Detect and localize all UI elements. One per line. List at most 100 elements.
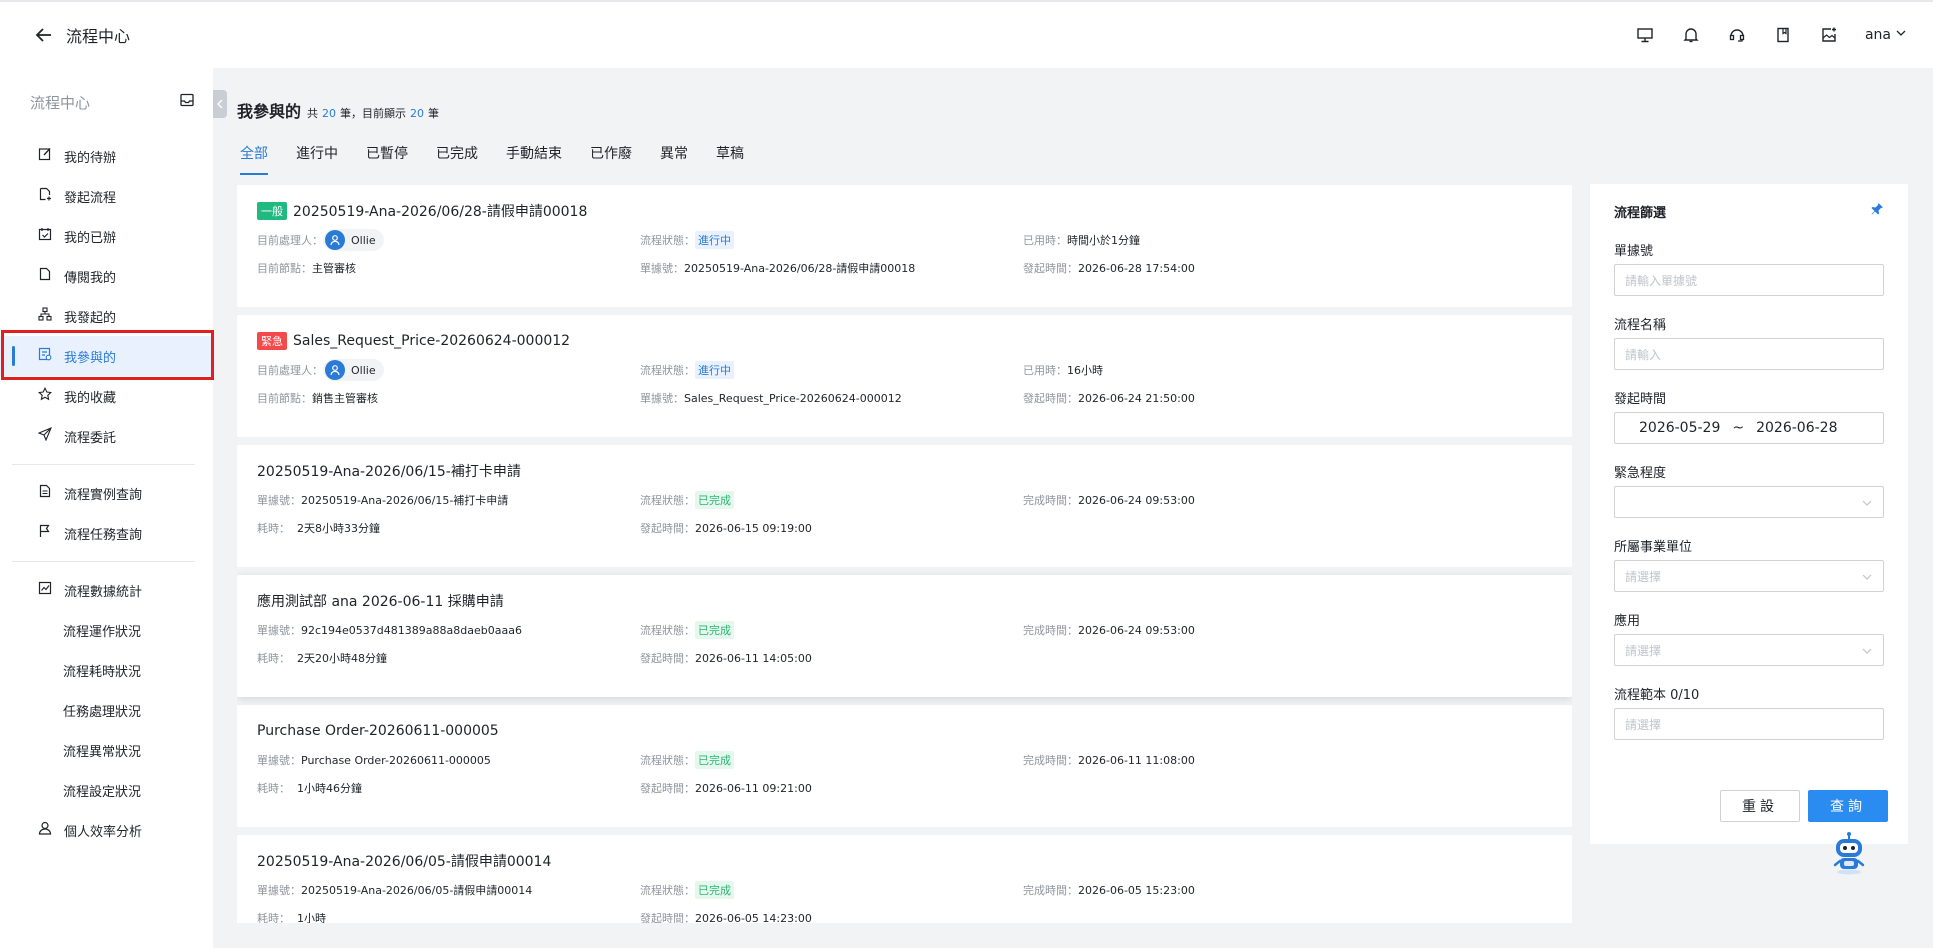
sidebar-item-circulated[interactable]: 傳閱我的: [0, 256, 213, 296]
query-button[interactable]: 查詢: [1808, 790, 1888, 822]
card-title[interactable]: 應用測試部 ana 2026-06-11 採購申請: [257, 591, 1552, 611]
tab-draft[interactable]: 草稿: [716, 143, 744, 175]
field-label: 完成時間：: [1023, 884, 1078, 897]
field-label: 單據號：: [257, 884, 301, 897]
sidebar-item-label: 我的待辦: [64, 150, 117, 166]
process-card[interactable]: 應用測試部 ana 2026-06-11 採購申請 單據號： 92c194e053…: [237, 575, 1572, 697]
sidebar-item-label: 傳閱我的: [64, 270, 117, 286]
sidebar-sub-task[interactable]: 任務處理狀況: [0, 690, 213, 730]
field-label: 已用時：: [1023, 234, 1067, 247]
field: 單據號： Sales_Request_Price-20260624-000012: [640, 390, 1023, 406]
sidebar-item-label: 流程任務查詢: [64, 527, 143, 543]
field: 目前處理人： Ollie: [257, 359, 640, 381]
user-menu[interactable]: ana: [1865, 27, 1907, 43]
process-card[interactable]: 緊急 Sales_Request_Price-20260624-000012 目前…: [237, 315, 1572, 437]
assignee-chip[interactable]: Ollie: [323, 359, 384, 381]
field: 流程狀態： 已完成: [640, 491, 1023, 509]
image-add-icon[interactable]: [1819, 25, 1839, 45]
field: 完成時間： 2026-06-11 11:08:00: [1023, 752, 1423, 768]
sidebar-sub-exception[interactable]: 流程異常狀況: [0, 730, 213, 770]
field: 流程狀態： 已完成: [640, 881, 1023, 899]
card-row: 耗時： 2天20小時48分鐘 發起時間： 2026-06-11 14:05:00: [257, 649, 1552, 667]
urgency-select[interactable]: [1614, 486, 1884, 518]
tab-all[interactable]: 全部: [240, 143, 268, 175]
process-card[interactable]: Purchase Order-20260611-000005 單據號： Purch…: [237, 705, 1572, 827]
process-card[interactable]: 20250519-Ana-2026/06/15-補打卡申請 單據號： 202505…: [237, 445, 1572, 567]
reset-button[interactable]: 重設: [1720, 790, 1800, 822]
field: 完成時間： 2026-06-24 09:53:00: [1023, 492, 1423, 508]
back-button[interactable]: 流程中心: [34, 23, 130, 47]
doc-no-label: 單據號: [1614, 244, 1654, 259]
sidebar-item-efficiency[interactable]: 個人效率分析: [0, 810, 213, 850]
send-icon: [37, 426, 53, 445]
sidebar-item-statistics[interactable]: 流程數據統計: [0, 570, 213, 610]
tab-in-progress[interactable]: 進行中: [296, 143, 338, 175]
card-title[interactable]: 20250519-Ana-2026/06/15-補打卡申請: [257, 461, 1552, 481]
process-card[interactable]: 20250519-Ana-2026/06/05-請假申請00014 單據號： 20…: [237, 835, 1572, 923]
sidebar-sub-settings[interactable]: 流程設定狀況: [0, 770, 213, 810]
sidebar-item-instance-query[interactable]: 流程實例查詢: [0, 473, 213, 513]
card-row: 目前處理人： Ollie 流程狀態： 進行中 已用時： 16小時: [257, 359, 1552, 381]
field-label: 完成時間：: [1023, 624, 1078, 637]
process-name-input[interactable]: 請輸入: [1614, 338, 1884, 370]
bell-icon[interactable]: [1681, 25, 1701, 45]
field-label: 發起時間：: [640, 652, 695, 665]
process-title: 20250519-Ana-2026/06/05-請假申請00014: [257, 854, 552, 870]
status-badge: 進行中: [695, 231, 734, 249]
tab-exception[interactable]: 異常: [660, 143, 688, 175]
tab-paused[interactable]: 已暫停: [366, 143, 408, 175]
sidebar-item-label: 流程數據統計: [64, 584, 143, 600]
assistant-robot-icon[interactable]: [1826, 830, 1872, 876]
sidebar-item-start-process[interactable]: 發起流程: [0, 176, 213, 216]
sidebar-title: 流程中心: [30, 93, 91, 112]
status-badge: 已完成: [695, 491, 734, 509]
field-value: 20250519-Ana-2026/06/15-補打卡申請: [301, 494, 509, 507]
doc-no-input[interactable]: 請輸入單據號: [1614, 264, 1884, 296]
application-select[interactable]: 請選擇: [1614, 634, 1884, 666]
sidebar-item-delegation[interactable]: 流程委託: [0, 416, 213, 456]
field-value: Sales_Request_Price-20260624-000012: [684, 391, 902, 405]
card-title[interactable]: 緊急 Sales_Request_Price-20260624-000012: [257, 331, 1552, 351]
card-title[interactable]: Purchase Order-20260611-000005: [257, 721, 1552, 741]
inbox-icon[interactable]: [179, 92, 195, 112]
field: 耗時： 1小時46分鐘: [257, 780, 640, 796]
field-value: 2天20小時48分鐘: [290, 652, 387, 665]
pin-icon[interactable]: [1870, 202, 1884, 220]
tab-voided[interactable]: 已作廢: [590, 143, 632, 175]
tab-completed[interactable]: 已完成: [436, 143, 478, 175]
date-range-picker[interactable]: 2026-05-29 ~ 2026-06-28: [1614, 412, 1884, 444]
book-icon[interactable]: [1773, 25, 1793, 45]
business-unit-select[interactable]: 請選擇: [1614, 560, 1884, 592]
field: 發起時間： 2026-06-28 17:54:00: [1023, 260, 1423, 276]
date-from: 2026-05-29: [1639, 420, 1721, 436]
card-title[interactable]: 20250519-Ana-2026/06/05-請假申請00014: [257, 851, 1552, 871]
chevron-down-icon: [1861, 645, 1873, 660]
field: 目前節點： 銷售主管審核: [257, 390, 640, 406]
sidebar-item-favorites[interactable]: 我的收藏: [0, 376, 213, 416]
assignee-chip[interactable]: Ollie: [323, 229, 384, 251]
card-title[interactable]: 一般 20250519-Ana-2026/06/28-請假申請00018: [257, 201, 1552, 221]
sidebar-item-my-initiated[interactable]: 我發起的: [0, 296, 213, 336]
sidebar-sub-operation[interactable]: 流程運作狀況: [0, 610, 213, 650]
arrow-left-icon: [34, 25, 54, 45]
field-value: Purchase Order-20260611-000005: [301, 753, 491, 767]
collapse-sidebar-button[interactable]: [213, 90, 227, 118]
person-icon: [38, 821, 52, 839]
sidebar-item-my-done[interactable]: 我的已辦: [0, 216, 213, 256]
sidebar-item-task-query[interactable]: 流程任務查詢: [0, 513, 213, 553]
field-label: 目前節點：: [257, 262, 312, 275]
process-card[interactable]: 一般 20250519-Ana-2026/06/28-請假申請00018 目前處理…: [237, 185, 1572, 307]
field-value: 1小時46分鐘: [290, 782, 362, 795]
card-row: 單據號： 92c194e0537d481389a88a8daeb0aaa6 流程狀…: [257, 621, 1552, 639]
sidebar-item-my-participated[interactable]: 我參與的: [0, 336, 213, 376]
sidebar-item-my-todo[interactable]: 我的待辦: [0, 136, 213, 176]
process-list: 一般 20250519-Ana-2026/06/28-請假申請00018 目前處理…: [237, 185, 1572, 923]
monitor-icon[interactable]: [1635, 25, 1655, 45]
field-label: 發起時間：: [640, 782, 695, 795]
field-value: 2026-06-05 15:23:00: [1078, 883, 1195, 897]
sidebar-sub-duration[interactable]: 流程耗時狀況: [0, 650, 213, 690]
headset-icon[interactable]: [1727, 25, 1747, 45]
tab-manually-ended[interactable]: 手動結束: [506, 143, 562, 175]
template-select[interactable]: 請選擇: [1614, 708, 1884, 740]
application-placeholder: 請選擇: [1625, 643, 1662, 658]
